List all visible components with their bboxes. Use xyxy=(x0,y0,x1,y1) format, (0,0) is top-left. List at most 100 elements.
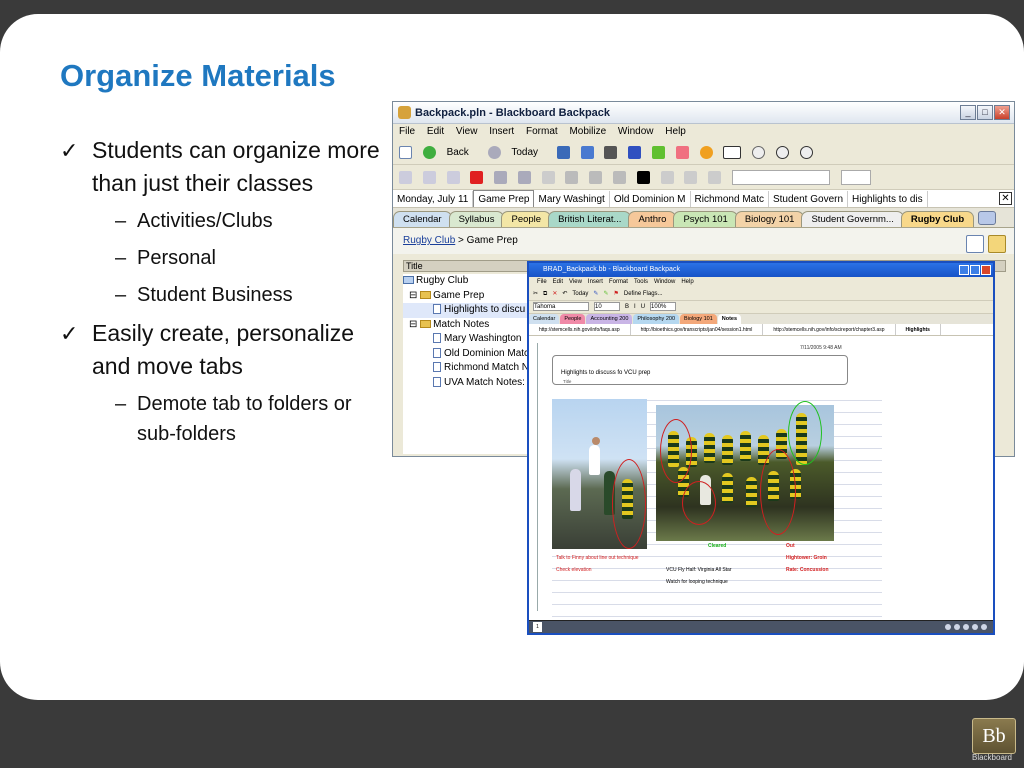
tab-syllabus[interactable]: Syllabus xyxy=(448,211,505,227)
tree-item[interactable]: Highlights to discu xyxy=(403,303,531,318)
binoculars-icon[interactable] xyxy=(604,145,618,159)
team-photo[interactable] xyxy=(656,401,834,541)
bullet-list-icon[interactable] xyxy=(660,170,674,184)
today-button[interactable]: Today xyxy=(487,140,546,164)
open-page-tab[interactable]: Highlights to dis xyxy=(848,191,928,207)
delete-icon[interactable]: ✕ xyxy=(552,291,557,297)
close-button[interactable] xyxy=(981,265,991,275)
back-button[interactable]: Back xyxy=(422,140,477,164)
minimize-button[interactable]: _ xyxy=(960,105,976,120)
bold-icon[interactable]: B xyxy=(625,304,629,310)
open-page-tab[interactable]: http://stemcells.nih.gov/info/faqs.asp xyxy=(529,324,631,335)
status-icon[interactable] xyxy=(963,624,969,630)
pen-icon[interactable] xyxy=(628,145,642,159)
table-icon[interactable] xyxy=(580,145,594,159)
menu-view[interactable]: View xyxy=(569,279,582,285)
menu-edit[interactable]: Edit xyxy=(553,279,563,285)
tab-british-literature[interactable]: British Literat... xyxy=(548,211,632,227)
close-button[interactable]: ✕ xyxy=(994,105,1010,120)
cut-icon[interactable]: ✂ xyxy=(533,291,538,297)
new-page-icon[interactable] xyxy=(399,145,412,159)
zoom-select[interactable]: 100% xyxy=(650,302,677,311)
tab-accounting-200[interactable]: Accounting 200 xyxy=(586,314,633,324)
open-page-tab[interactable]: Richmond Matc xyxy=(691,191,769,207)
tab-people[interactable]: People xyxy=(560,314,586,324)
underline-icon[interactable]: U xyxy=(641,304,645,310)
tab-biology-101[interactable]: Biology 101 xyxy=(680,314,717,324)
open-page-tab[interactable]: Highlights xyxy=(896,324,941,335)
tab-people[interactable]: People xyxy=(501,211,552,227)
tab-biology-101[interactable]: Biology 101 xyxy=(734,211,805,227)
menu-view[interactable]: View xyxy=(456,126,478,137)
pen-icon[interactable]: ✎ xyxy=(593,291,598,297)
undo-icon[interactable]: ↶ xyxy=(562,291,567,297)
font-size-icon[interactable] xyxy=(541,170,555,184)
numbered-list-icon[interactable] xyxy=(684,170,698,184)
menu-mobilize[interactable]: Mobilize xyxy=(569,126,606,137)
copy-icon[interactable]: ⧉ xyxy=(543,291,547,297)
style-select[interactable] xyxy=(731,169,830,185)
window-titlebar[interactable]: BRAD_Backpack.bb - Blackboard Backpack xyxy=(529,263,993,277)
note-title-box[interactable]: Highlights to discuss fo VCU prep Title xyxy=(552,355,848,385)
tab-notes[interactable]: Notes xyxy=(717,314,742,324)
tree-item[interactable]: UVA Match Notes: xyxy=(403,376,531,391)
menu-help[interactable]: Help xyxy=(681,279,693,285)
redo-icon[interactable] xyxy=(517,170,531,184)
page-number[interactable]: 1 xyxy=(533,622,542,632)
tab-philosophy-200[interactable]: Philosophy 200 xyxy=(633,314,680,324)
move-icon[interactable] xyxy=(752,145,766,159)
menu-file[interactable]: File xyxy=(537,279,547,285)
status-icon[interactable] xyxy=(945,624,951,630)
tree-item[interactable]: Mary Washington xyxy=(403,332,531,347)
open-page-tab[interactable]: Game Prep xyxy=(473,190,535,207)
close-page-icon[interactable]: ✕ xyxy=(999,192,1012,205)
tab-calendar[interactable]: Calendar xyxy=(529,314,560,324)
window-titlebar[interactable]: Backpack.pln - Blackboard Backpack _ □ ✕ xyxy=(393,102,1014,124)
tab-psych-101[interactable]: Psych 101 xyxy=(673,211,738,227)
open-page-tab[interactable]: Student Govern xyxy=(769,191,849,207)
menu-tools[interactable]: Tools xyxy=(634,279,648,285)
italic-icon[interactable] xyxy=(589,170,603,184)
eraser-icon[interactable] xyxy=(675,145,689,159)
status-icon[interactable] xyxy=(972,624,978,630)
menu-insert[interactable]: Insert xyxy=(489,126,514,137)
tree-item[interactable]: ⊟ Game Prep xyxy=(403,289,531,304)
maximize-button[interactable]: □ xyxy=(977,105,993,120)
note-page[interactable]: 7/11/2005 9:48 AM Highlights to discuss … xyxy=(537,343,991,633)
align-icon[interactable] xyxy=(708,170,722,184)
breadcrumb-link-rugby-club[interactable]: Rugby Club xyxy=(403,235,455,246)
tab-rugby-club[interactable]: Rugby Club xyxy=(900,211,975,227)
menu-window[interactable]: Window xyxy=(654,279,675,285)
menu-edit[interactable]: Edit xyxy=(427,126,444,137)
menu-format[interactable]: Format xyxy=(526,126,558,137)
lasso-icon[interactable] xyxy=(699,145,713,159)
highlighter-icon[interactable]: ✎ xyxy=(603,291,608,297)
define-flags-button[interactable]: Define Flags... xyxy=(624,291,663,297)
tab-student-government[interactable]: Student Governm... xyxy=(801,211,904,227)
zoom-in-icon[interactable] xyxy=(775,145,789,159)
maximize-button[interactable] xyxy=(970,265,980,275)
open-page-tab[interactable]: http://bioethics.gov/transcripts/jan04/s… xyxy=(631,324,764,335)
menu-window[interactable]: Window xyxy=(618,126,654,137)
menu-format[interactable]: Format xyxy=(609,279,628,285)
today-button[interactable]: Today xyxy=(572,291,588,297)
cut-icon[interactable] xyxy=(399,170,412,184)
new-page-button[interactable] xyxy=(966,235,984,253)
paste-icon[interactable] xyxy=(446,170,460,184)
open-page-tab[interactable]: Old Dominion M xyxy=(610,191,691,207)
open-page-tab[interactable]: Mary Washingt xyxy=(534,191,610,207)
tree-item[interactable]: Rugby Club xyxy=(403,274,531,289)
zoom-out-icon[interactable] xyxy=(799,145,813,159)
delete-icon[interactable] xyxy=(470,170,484,184)
calendar-icon[interactable] xyxy=(556,145,570,159)
status-icon[interactable] xyxy=(981,624,987,630)
status-icon[interactable] xyxy=(954,624,960,630)
highlighter-icon[interactable] xyxy=(651,145,665,159)
copy-icon[interactable] xyxy=(422,170,436,184)
italic-icon[interactable]: I xyxy=(634,304,636,310)
minimize-button[interactable] xyxy=(959,265,969,275)
bold-icon[interactable] xyxy=(565,170,579,184)
tab-menu-icon[interactable] xyxy=(978,211,996,225)
font-color-icon[interactable] xyxy=(636,170,650,184)
lineout-photo[interactable] xyxy=(552,399,647,549)
